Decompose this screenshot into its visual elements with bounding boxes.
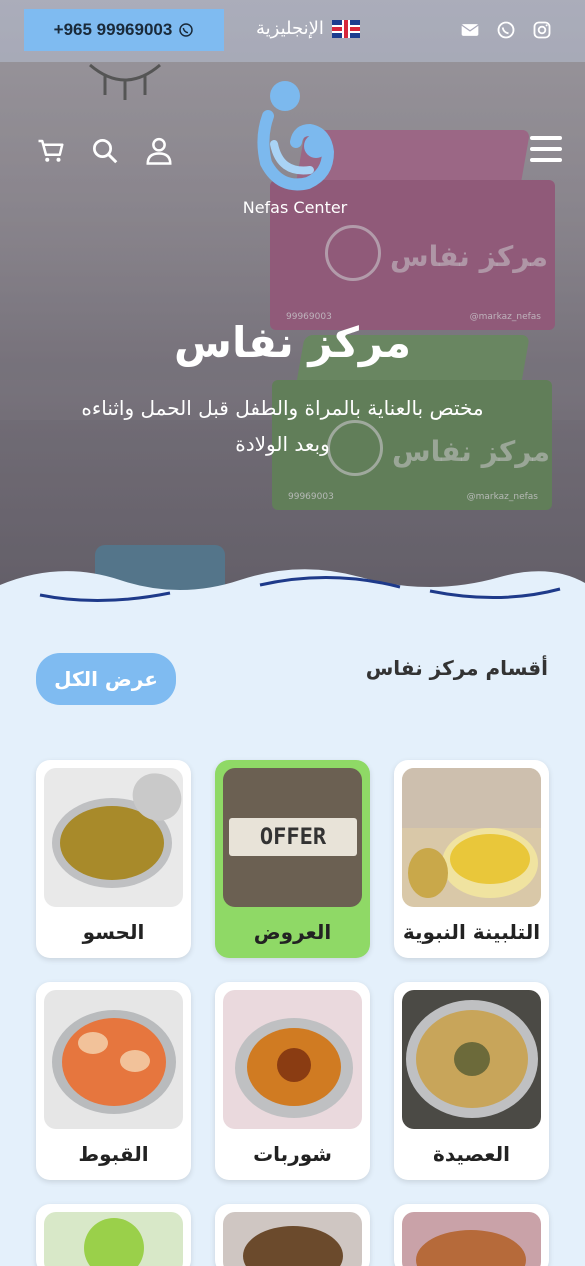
category-card[interactable] <box>215 1204 370 1266</box>
user-icon[interactable] <box>144 136 174 166</box>
uk-flag-icon <box>331 19 360 38</box>
instagram-icon[interactable] <box>532 20 552 40</box>
top-bar: +965 99969003 الإنجليزية <box>0 0 585 62</box>
view-all-button[interactable]: عرض الكل <box>36 653 176 705</box>
category-card-qaboot[interactable]: القبوط <box>36 982 191 1180</box>
mail-icon[interactable] <box>460 20 480 40</box>
wall-lamp-icon <box>89 63 161 100</box>
category-image <box>223 990 362 1129</box>
section-title: أقسام مركز نفاس <box>365 656 548 680</box>
cart-icon[interactable] <box>36 136 66 166</box>
whatsapp-icon[interactable] <box>496 20 516 40</box>
hero-title: مركز نفاس <box>173 318 412 367</box>
category-card[interactable] <box>394 1204 549 1266</box>
category-card[interactable] <box>36 1204 191 1266</box>
category-card-hasso[interactable]: الحسو <box>36 760 191 958</box>
category-label: شوربات <box>253 1142 332 1166</box>
nefas-logo-icon <box>257 81 335 191</box>
language-switch[interactable]: الإنجليزية <box>256 18 360 39</box>
category-label: التلبينة النبوية <box>402 920 541 944</box>
category-image <box>402 768 541 907</box>
category-image <box>402 1212 541 1266</box>
hero-wave-divider <box>0 569 585 615</box>
brand-logo[interactable]: Nefas Center <box>240 78 350 218</box>
category-card-talbina[interactable]: التلبينة النبوية <box>394 760 549 958</box>
category-image <box>402 990 541 1129</box>
header-actions <box>36 136 174 166</box>
category-label: القبوط <box>78 1142 149 1166</box>
category-grid: الحسو OFFER العروض التلبينة النبوية القب… <box>36 760 549 1266</box>
search-icon[interactable] <box>90 136 120 166</box>
category-label: العصيدة <box>433 1142 510 1166</box>
category-card-offers[interactable]: OFFER العروض <box>215 760 370 958</box>
language-label: الإنجليزية <box>256 18 324 39</box>
category-label: الحسو <box>82 920 145 944</box>
category-image <box>44 768 183 907</box>
phone-number: +965 99969003 <box>53 20 173 39</box>
hero-subtitle: مختص بالعناية بالمراة والطفل قبل الحمل و… <box>81 396 484 456</box>
category-card-aseeda[interactable]: العصيدة <box>394 982 549 1180</box>
category-image: OFFER <box>223 768 362 907</box>
category-card-soups[interactable]: شوربات <box>215 982 370 1180</box>
category-image <box>223 1212 362 1266</box>
category-label: العروض <box>253 920 332 944</box>
logo-text: Nefas Center <box>242 198 348 217</box>
category-image <box>44 1212 183 1266</box>
whatsapp-icon <box>179 23 194 37</box>
phone-button[interactable]: +965 99969003 <box>24 9 224 51</box>
social-links <box>460 20 552 40</box>
offer-badge-text: OFFER <box>229 818 357 856</box>
hamburger-menu-icon[interactable] <box>530 136 562 164</box>
category-image <box>44 990 183 1129</box>
